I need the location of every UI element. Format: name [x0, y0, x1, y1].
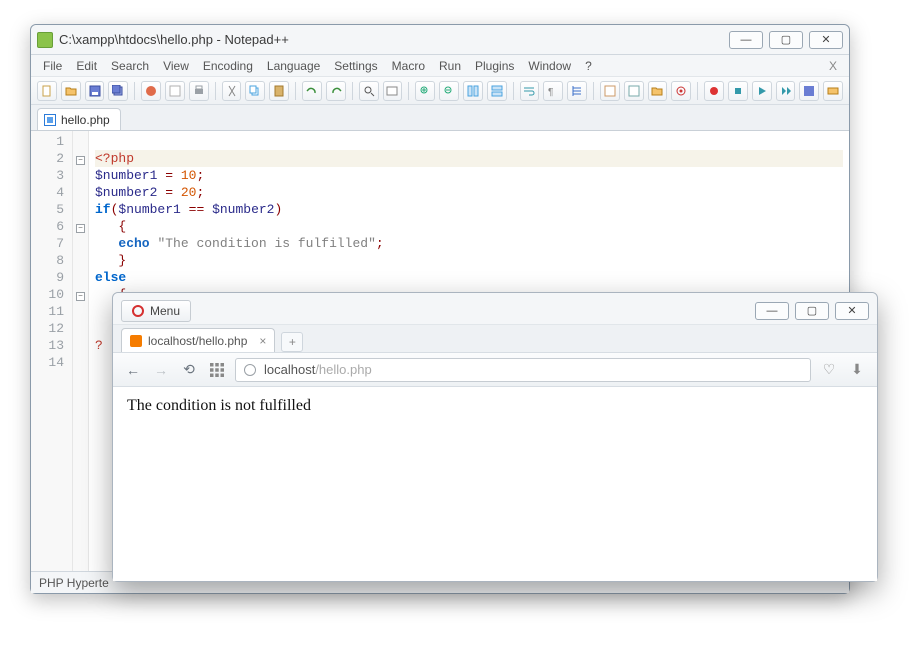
- folder-workspace-button[interactable]: [648, 81, 668, 101]
- close-file-button[interactable]: [141, 81, 161, 101]
- func-list-button[interactable]: [600, 81, 620, 101]
- editor-tabstrip: hello.php: [31, 105, 849, 131]
- print-button[interactable]: [189, 81, 209, 101]
- opera-logo-icon: [132, 305, 144, 317]
- menu-encoding[interactable]: Encoding: [197, 57, 259, 75]
- line-number-gutter: 1234567891011121314: [31, 131, 73, 571]
- bookmark-button[interactable]: ♡: [819, 360, 839, 380]
- save-all-button[interactable]: [108, 81, 128, 101]
- menu-search[interactable]: Search: [105, 57, 155, 75]
- doc-map-button[interactable]: [624, 81, 644, 101]
- page-output-text: The condition is not fulfilled: [127, 397, 311, 414]
- menu-view[interactable]: View: [157, 57, 195, 75]
- forward-button[interactable]: →: [151, 360, 171, 380]
- address-bar[interactable]: localhost/hello.php: [235, 358, 811, 382]
- tab-localhost-hello[interactable]: localhost/hello.php ×: [121, 328, 275, 352]
- menu-window[interactable]: Window: [522, 57, 577, 75]
- svg-text:¶: ¶: [548, 87, 553, 97]
- record-macro-button[interactable]: [704, 81, 724, 101]
- status-language: PHP Hyperte: [39, 576, 109, 590]
- cut-button[interactable]: [222, 81, 242, 101]
- find-button[interactable]: [359, 81, 379, 101]
- menu-settings[interactable]: Settings: [328, 57, 383, 75]
- minimize-button[interactable]: —: [729, 31, 763, 49]
- toolbar-extra-button[interactable]: [823, 81, 843, 101]
- minimize-button[interactable]: —: [755, 302, 789, 320]
- menubar-close-icon[interactable]: X: [823, 57, 843, 75]
- play-macro-button[interactable]: [752, 81, 772, 101]
- menu-help[interactable]: ?: [579, 57, 598, 75]
- show-all-chars-button[interactable]: ¶: [543, 81, 563, 101]
- menu-run[interactable]: Run: [433, 57, 467, 75]
- redo-button[interactable]: [326, 81, 346, 101]
- npp-titlebar[interactable]: C:\xampp\htdocs\hello.php - Notepad++ — …: [31, 25, 849, 55]
- monitoring-button[interactable]: [671, 81, 691, 101]
- toolbar: ¶: [31, 77, 849, 105]
- window-controls: — ▢ ✕: [755, 302, 869, 320]
- browser-navbar: ← → ⟲ localhost/hello.php ♡ ⬇: [113, 353, 877, 387]
- new-file-button[interactable]: [37, 81, 57, 101]
- opera-titlebar[interactable]: Menu — ▢ ✕: [113, 293, 877, 325]
- sync-h-button[interactable]: [487, 81, 507, 101]
- site-info-icon[interactable]: [244, 364, 256, 376]
- stop-macro-button[interactable]: [728, 81, 748, 101]
- new-tab-button[interactable]: +: [281, 332, 303, 352]
- opera-window: Menu — ▢ ✕ localhost/hello.php × + ← → ⟲…: [112, 292, 878, 582]
- page-content: The condition is not fulfilled: [113, 387, 877, 581]
- menubar: File Edit Search View Encoding Language …: [31, 55, 849, 77]
- opera-menu-label: Menu: [150, 304, 180, 318]
- url-host: localhost: [264, 362, 315, 377]
- indent-guide-button[interactable]: [567, 81, 587, 101]
- url-path: /hello.php: [315, 362, 371, 377]
- browser-tab-label: localhost/hello.php: [148, 334, 247, 348]
- close-all-button[interactable]: [165, 81, 185, 101]
- window-controls: — ▢ ✕: [729, 31, 843, 49]
- menu-language[interactable]: Language: [261, 57, 326, 75]
- tab-close-icon[interactable]: ×: [259, 334, 266, 348]
- window-title: C:\xampp\htdocs\hello.php - Notepad++: [59, 32, 289, 47]
- save-button[interactable]: [85, 81, 105, 101]
- xampp-icon: [130, 335, 142, 347]
- undo-button[interactable]: [302, 81, 322, 101]
- fold-gutter[interactable]: − − −: [73, 131, 89, 571]
- downloads-button[interactable]: ⬇: [847, 360, 867, 380]
- opera-menu-button[interactable]: Menu: [121, 300, 191, 322]
- menu-plugins[interactable]: Plugins: [469, 57, 520, 75]
- tab-hello-php[interactable]: hello.php: [37, 108, 121, 130]
- play-multi-button[interactable]: [776, 81, 796, 101]
- save-macro-button[interactable]: [799, 81, 819, 101]
- menu-file[interactable]: File: [37, 57, 68, 75]
- copy-button[interactable]: [245, 81, 265, 101]
- back-button[interactable]: ←: [123, 360, 143, 380]
- menu-macro[interactable]: Macro: [386, 57, 431, 75]
- maximize-button[interactable]: ▢: [795, 302, 829, 320]
- maximize-button[interactable]: ▢: [769, 31, 803, 49]
- zoom-out-button[interactable]: [439, 81, 459, 101]
- wordwrap-button[interactable]: [520, 81, 540, 101]
- open-file-button[interactable]: [61, 81, 81, 101]
- reload-button[interactable]: ⟲: [179, 360, 199, 380]
- speed-dial-button[interactable]: [207, 360, 227, 380]
- close-button[interactable]: ✕: [809, 31, 843, 49]
- replace-button[interactable]: [383, 81, 403, 101]
- close-button[interactable]: ✕: [835, 302, 869, 320]
- zoom-in-button[interactable]: [415, 81, 435, 101]
- tab-label: hello.php: [61, 113, 110, 127]
- notepadpp-icon: [37, 32, 53, 48]
- file-icon: [44, 114, 56, 126]
- paste-button[interactable]: [269, 81, 289, 101]
- sync-v-button[interactable]: [463, 81, 483, 101]
- browser-tabstrip: localhost/hello.php × +: [113, 325, 877, 353]
- menu-edit[interactable]: Edit: [70, 57, 103, 75]
